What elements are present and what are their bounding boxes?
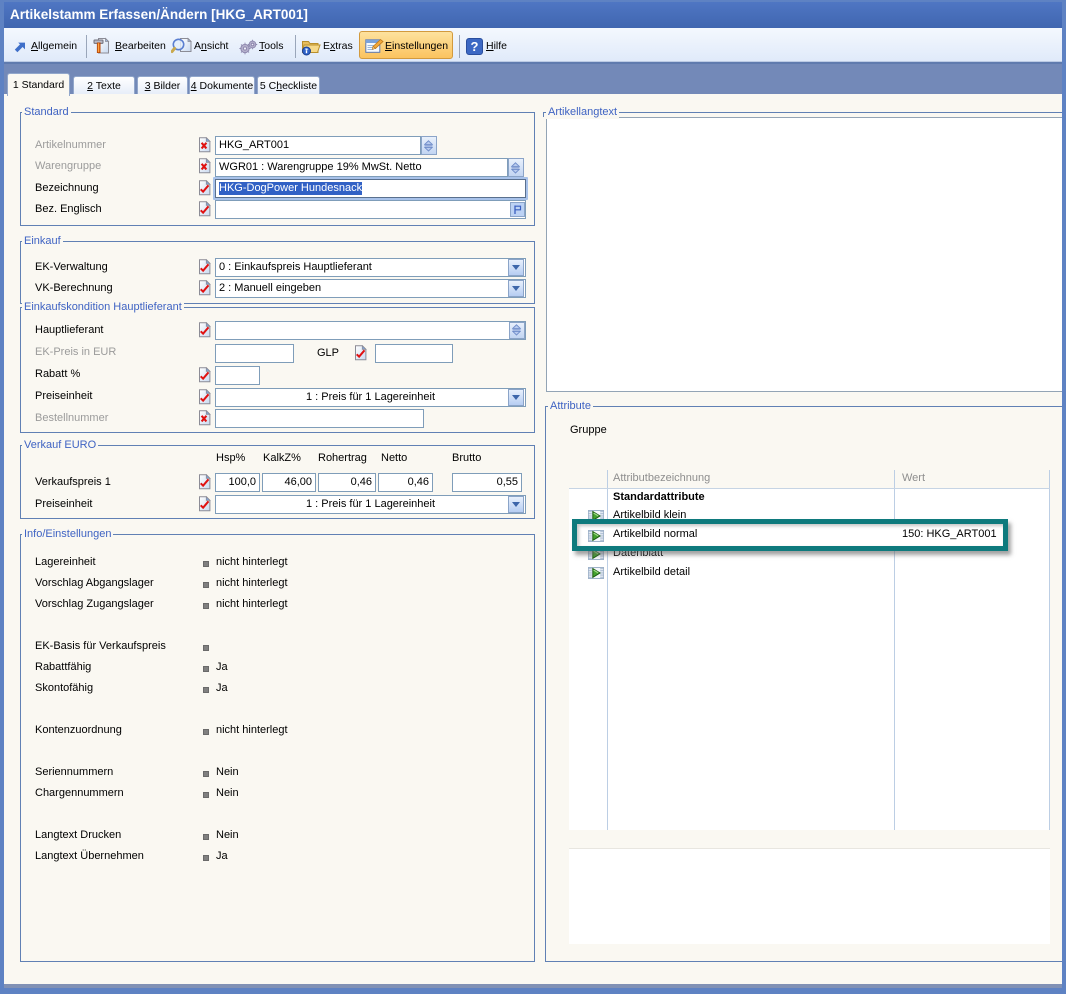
svg-text:?: ? <box>471 39 479 54</box>
